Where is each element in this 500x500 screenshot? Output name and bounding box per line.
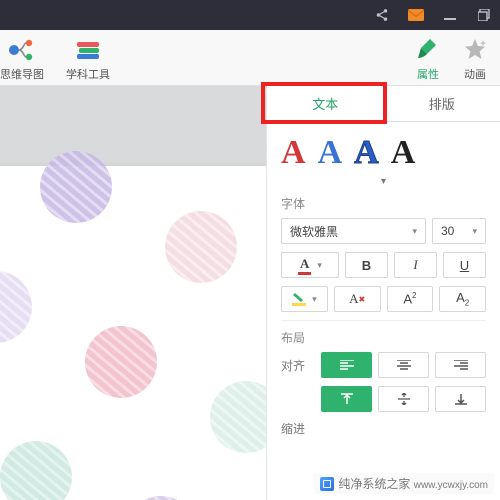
ribbon-label: 思维导图	[0, 66, 44, 82]
text-styles-section: A A A A ▾ 字体 微软雅黑▾ 30▾ A ▾ B	[267, 122, 500, 449]
layout-section-title: 布局	[281, 329, 486, 346]
align-left-button[interactable]	[321, 352, 372, 378]
valign-middle-button[interactable]	[378, 386, 429, 412]
font-size-select[interactable]: 30▾	[432, 218, 486, 244]
align-label: 对齐	[281, 357, 315, 374]
watermark-logo-icon	[320, 477, 334, 491]
ribbon-item-animation[interactable]: 动画	[462, 36, 488, 82]
ribbon-item-attributes[interactable]: 属性	[416, 36, 440, 82]
style-preset[interactable]: A	[354, 136, 379, 170]
ribbon-label: 属性	[417, 66, 439, 82]
text-style-presets: A A A A	[281, 132, 486, 178]
decorative-dot	[40, 151, 112, 223]
titlebar	[0, 0, 500, 30]
workspace: 文本 排版 A A A A ▾ 字体 微软雅黑▾ 30▾	[0, 86, 500, 500]
minimize-icon[interactable]	[442, 7, 458, 23]
ribbon: 思维导图 学科工具 属性 动画	[0, 30, 500, 86]
decorative-dot	[125, 496, 197, 500]
mindmap-icon	[7, 36, 37, 64]
side-tabs: 文本 排版	[267, 86, 500, 122]
mail-icon[interactable]	[408, 7, 424, 23]
restore-icon[interactable]	[476, 7, 492, 23]
style-preset[interactable]: A	[318, 136, 343, 170]
font-family-value: 微软雅黑	[290, 223, 338, 240]
slide-sheet[interactable]	[0, 166, 266, 500]
style-preset[interactable]: A	[391, 136, 416, 170]
font-section-title: 字体	[281, 195, 486, 212]
ribbon-label: 动画	[464, 66, 486, 82]
decorative-dot	[0, 271, 32, 343]
decorative-dot	[85, 326, 157, 398]
books-icon	[75, 36, 101, 64]
brush-icon	[416, 36, 440, 64]
style-preset[interactable]: A	[281, 136, 306, 170]
tab-label: 排版	[429, 94, 455, 113]
ribbon-item-mindmap[interactable]: 思维导图	[0, 36, 44, 82]
share-icon[interactable]	[374, 7, 390, 23]
side-panel: 文本 排版 A A A A ▾ 字体 微软雅黑▾ 30▾	[266, 86, 500, 500]
tab-text[interactable]: 文本	[267, 86, 384, 122]
valign-top-button[interactable]	[321, 386, 372, 412]
underline-button[interactable]: U	[443, 252, 486, 278]
tab-label: 文本	[312, 94, 338, 113]
expand-icon[interactable]: ▾	[281, 176, 486, 187]
align-right-button[interactable]	[435, 352, 486, 378]
font-color-icon: A	[298, 256, 311, 275]
highlight-button[interactable]: ▾	[281, 286, 328, 312]
superscript-button[interactable]: A2	[387, 286, 434, 312]
tab-layout[interactable]: 排版	[384, 86, 500, 122]
align-center-button[interactable]	[378, 352, 429, 378]
ribbon-label: 学科工具	[66, 66, 110, 82]
valign-bottom-button[interactable]	[435, 386, 486, 412]
star-icon	[462, 36, 488, 64]
ribbon-item-subject-tools[interactable]: 学科工具	[66, 36, 110, 82]
bold-button[interactable]: B	[345, 252, 388, 278]
italic-button[interactable]: I	[394, 252, 437, 278]
font-color-button[interactable]: A ▾	[281, 252, 339, 278]
decorative-dot	[210, 381, 266, 453]
indent-label: 缩进	[281, 420, 315, 437]
subscript-button[interactable]: A2	[439, 286, 486, 312]
decorative-dot	[0, 441, 72, 500]
watermark-text: 纯净系统之家 www.ycwxjy.com	[338, 475, 488, 492]
decorative-dot	[165, 211, 237, 283]
font-size-value: 30	[441, 224, 454, 238]
canvas-area[interactable]	[0, 86, 266, 500]
clear-format-button[interactable]: A✖	[334, 286, 381, 312]
font-family-select[interactable]: 微软雅黑▾	[281, 218, 426, 244]
watermark: 纯净系统之家 www.ycwxjy.com	[314, 473, 494, 494]
